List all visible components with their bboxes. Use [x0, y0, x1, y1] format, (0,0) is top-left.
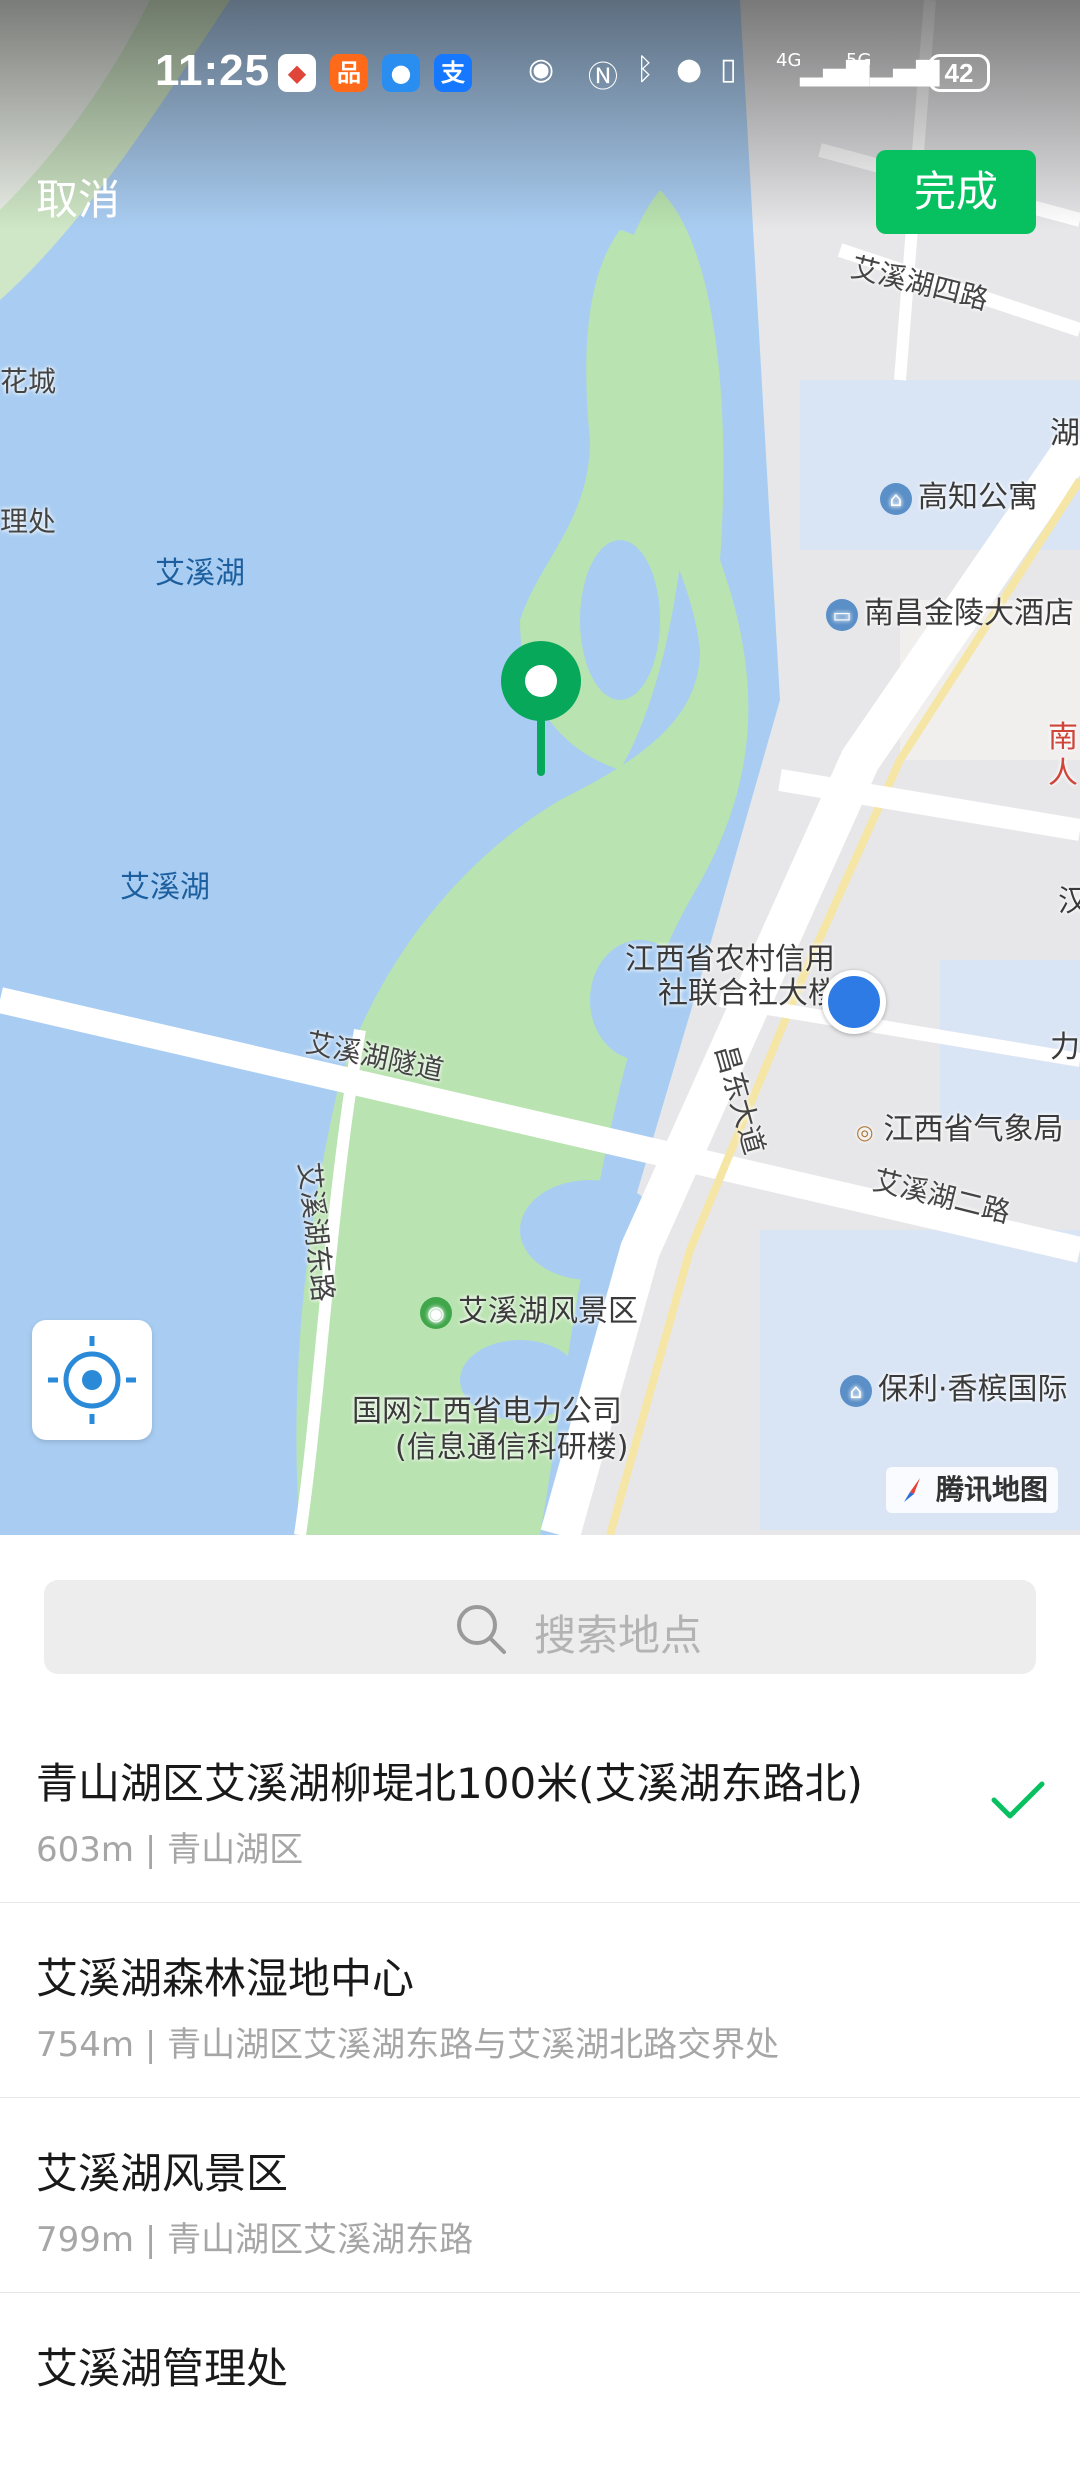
location-pin-icon[interactable] — [498, 638, 584, 778]
location-status-icon: ● — [676, 52, 703, 87]
search-icon — [457, 1605, 506, 1654]
poi-label: 社联合社大楼 — [658, 976, 838, 1011]
search-input[interactable]: 搜索地点 — [44, 1580, 1036, 1674]
edge-label: 花城 — [0, 365, 57, 398]
lake-label: 艾溪湖 — [155, 556, 245, 591]
battery-indicator: 42 — [928, 54, 990, 92]
poi-label: 力 — [1050, 1030, 1080, 1065]
result-title: 艾溪湖管理处 — [36, 2344, 289, 2393]
result-subtitle: 603m | 青山湖区 — [36, 1830, 304, 1870]
poi-label: ▭ 南昌金陵大酒店 — [826, 588, 1074, 632]
lake-label: 艾溪湖 — [120, 870, 210, 905]
app-notification-icon: 品 — [330, 54, 368, 92]
nfc-icon: Ⓝ — [588, 60, 618, 95]
alipay-notification-icon: 支 — [434, 54, 472, 92]
hotel-icon: ▭ — [826, 598, 858, 631]
message-notification-icon: ● — [382, 54, 420, 92]
done-button[interactable]: 完成 — [876, 150, 1036, 234]
poi-label: ◎ 江西省气象局 — [856, 1112, 1064, 1147]
list-item[interactable]: 艾溪湖森林湿地中心 754m | 青山湖区艾溪湖东路与艾溪湖北路交界处 — [0, 1903, 1080, 2098]
camera-icon: ◉ — [420, 1296, 452, 1329]
poi-label: (信息通信科研楼) — [395, 1430, 629, 1465]
list-item[interactable]: 艾溪湖风景区 799m | 青山湖区艾溪湖东路 — [0, 2098, 1080, 2293]
network-5g-label: 5G — [846, 50, 872, 71]
poi-label: ⌂ 高知公寓 — [880, 472, 1038, 516]
result-title: 青山湖区艾溪湖柳堤北100米(艾溪湖东路北) — [36, 1759, 863, 1808]
eye-icon: ◉ — [528, 52, 555, 87]
status-time: 11:25 — [155, 46, 271, 95]
circle-marker-icon: ◎ — [856, 1120, 874, 1144]
result-subtitle: 799m | 青山湖区艾溪湖东路 — [36, 2220, 474, 2260]
residential-icon: ⌂ — [840, 1374, 872, 1407]
result-subtitle: 754m | 青山湖区艾溪湖东路与艾溪湖北路交界处 — [36, 2025, 780, 2065]
poi-label: 湖 — [1050, 416, 1080, 451]
map-view[interactable]: 艾溪湖 艾溪湖 花城 理处 艾溪湖四路 艾溪湖隧道 艾溪湖东路 昌东大道 艾溪湖… — [0, 0, 1080, 1535]
poi-label: ⌂ 保利·香槟国际 — [840, 1364, 1068, 1408]
edge-label: 理处 — [0, 505, 57, 538]
list-item[interactable]: 青山湖区艾溪湖柳堤北100米(艾溪湖东路北) 603m | 青山湖区 — [0, 1708, 1080, 1903]
checkmark-icon — [991, 1781, 1045, 1819]
crosshair-icon — [48, 1336, 136, 1424]
results-list: 青山湖区艾溪湖柳堤北100米(艾溪湖东路北) 603m | 青山湖区 艾溪湖森林… — [0, 1708, 1080, 2487]
current-location-dot — [822, 970, 886, 1034]
locate-me-button[interactable] — [32, 1320, 152, 1440]
map-provider-logo: 腾讯地图 — [886, 1467, 1059, 1513]
cancel-button[interactable]: 取消 — [36, 166, 120, 227]
list-item[interactable]: 艾溪湖管理处 — [0, 2293, 1080, 2487]
app-notification-icon: ◆ — [278, 54, 316, 92]
result-title: 艾溪湖风景区 — [36, 2149, 289, 2198]
status-bar: 11:25 ◆ 品 ● 支 ◉ Ⓝ ᛒ ● ▯ 4G ▂▄▆ 5G ▂▄▆ 42 — [0, 40, 1080, 110]
vibrate-icon: ▯ — [720, 52, 737, 87]
result-title: 艾溪湖森林湿地中心 — [36, 1954, 415, 2003]
compass-logo-icon — [904, 1478, 920, 1502]
search-placeholder: 搜索地点 — [534, 1611, 703, 1660]
poi-label: 人 — [1048, 756, 1078, 791]
poi-label: ◉ 艾溪湖风景区 — [420, 1286, 638, 1330]
bluetooth-icon: ᛒ — [636, 52, 654, 87]
poi-label: 汉 — [1058, 884, 1080, 919]
apartment-icon: ⌂ — [880, 482, 912, 515]
network-4g-label: 4G — [776, 50, 802, 71]
